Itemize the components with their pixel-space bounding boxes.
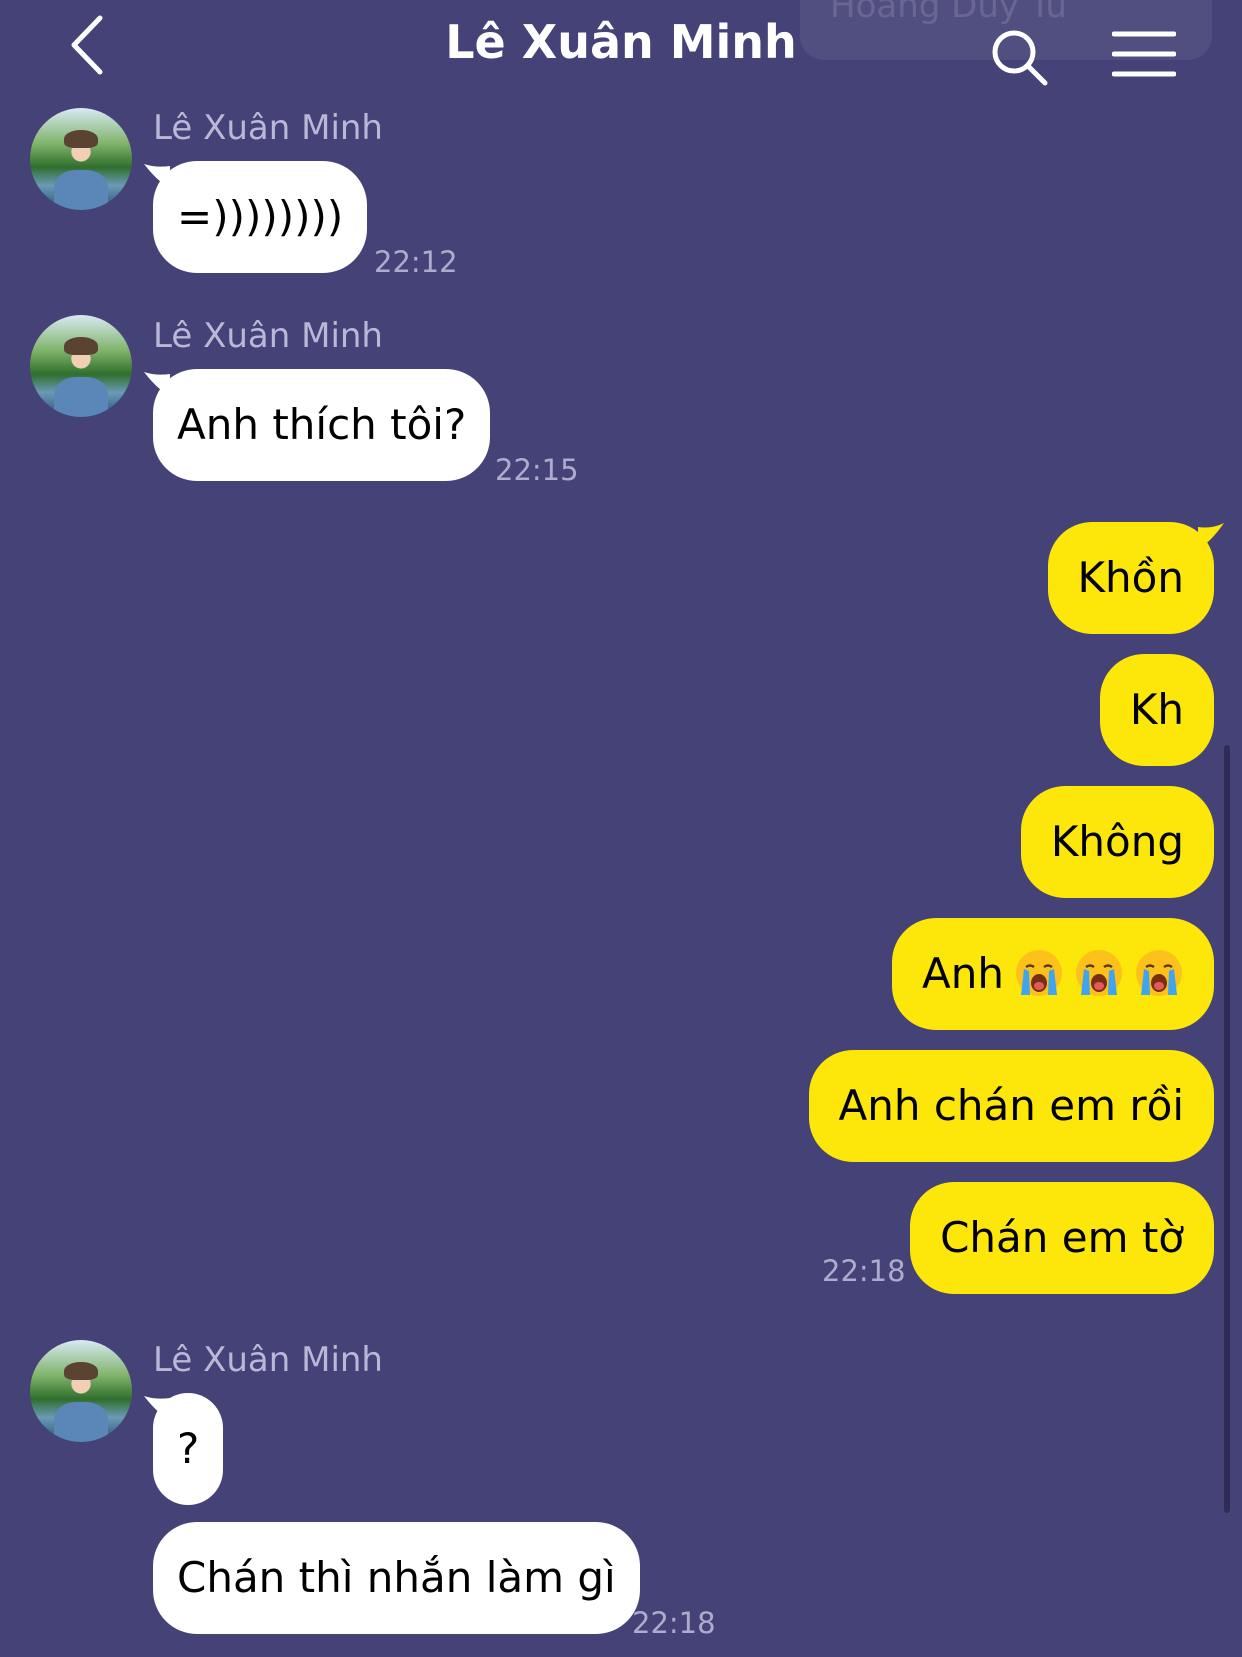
search-button[interactable] <box>990 28 1050 88</box>
scrollbar[interactable] <box>1224 745 1230 1513</box>
loudly-crying-face-emoji <box>1016 949 1062 996</box>
sender-name: Lê Xuân Minh <box>153 316 383 356</box>
sender-avatar[interactable] <box>30 108 132 210</box>
incoming-message-bubble[interactable]: =)))))))) <box>153 161 368 273</box>
incoming-message-bubble[interactable]: ? <box>153 1393 224 1505</box>
outgoing-message-bubble[interactable]: Chán em tờ <box>910 1182 1214 1294</box>
message-timestamp: 22:18 <box>632 1606 716 1640</box>
avatar-hair <box>64 337 98 355</box>
menu-button[interactable] <box>1111 30 1177 80</box>
message-timestamp: 22:12 <box>374 245 458 279</box>
avatar-shirt <box>54 170 108 210</box>
message-timestamp: 22:18 <box>822 1254 906 1288</box>
message-timestamp: 22:15 <box>495 453 579 487</box>
outgoing-message-bubble[interactable]: Anh <box>892 918 1214 1030</box>
incoming-message-bubble[interactable]: Chán thì nhắn làm gì <box>153 1522 640 1634</box>
outgoing-message-bubble[interactable]: Anh chán em rồi <box>808 1050 1214 1162</box>
outgoing-message-bubble[interactable]: Kh <box>1099 654 1214 766</box>
search-icon <box>992 30 1048 86</box>
sender-avatar[interactable] <box>30 1340 132 1442</box>
loudly-crying-face-emoji <box>1076 949 1122 996</box>
sender-name: Lê Xuân Minh <box>153 1340 383 1380</box>
avatar-hair <box>64 130 98 148</box>
sender-avatar[interactable] <box>30 315 132 417</box>
avatar-shirt <box>54 377 108 417</box>
chat-title: Lê Xuân Minh <box>445 15 797 69</box>
sender-name: Lê Xuân Minh <box>153 108 383 148</box>
message-text: Anh <box>922 949 1004 998</box>
hamburger-menu-icon <box>1111 31 1177 77</box>
outgoing-message-bubble[interactable]: Không <box>1020 786 1214 898</box>
avatar-shirt <box>54 1402 108 1442</box>
incoming-message-bubble[interactable]: Anh thích tôi? <box>153 369 491 481</box>
chat-header: Hoàng Duy Tú Lê Xuân Minh <box>0 0 1242 95</box>
outgoing-message-bubble[interactable]: Khồn <box>1047 522 1214 634</box>
loudly-crying-face-emoji <box>1136 949 1182 996</box>
avatar-hair <box>64 1362 98 1380</box>
